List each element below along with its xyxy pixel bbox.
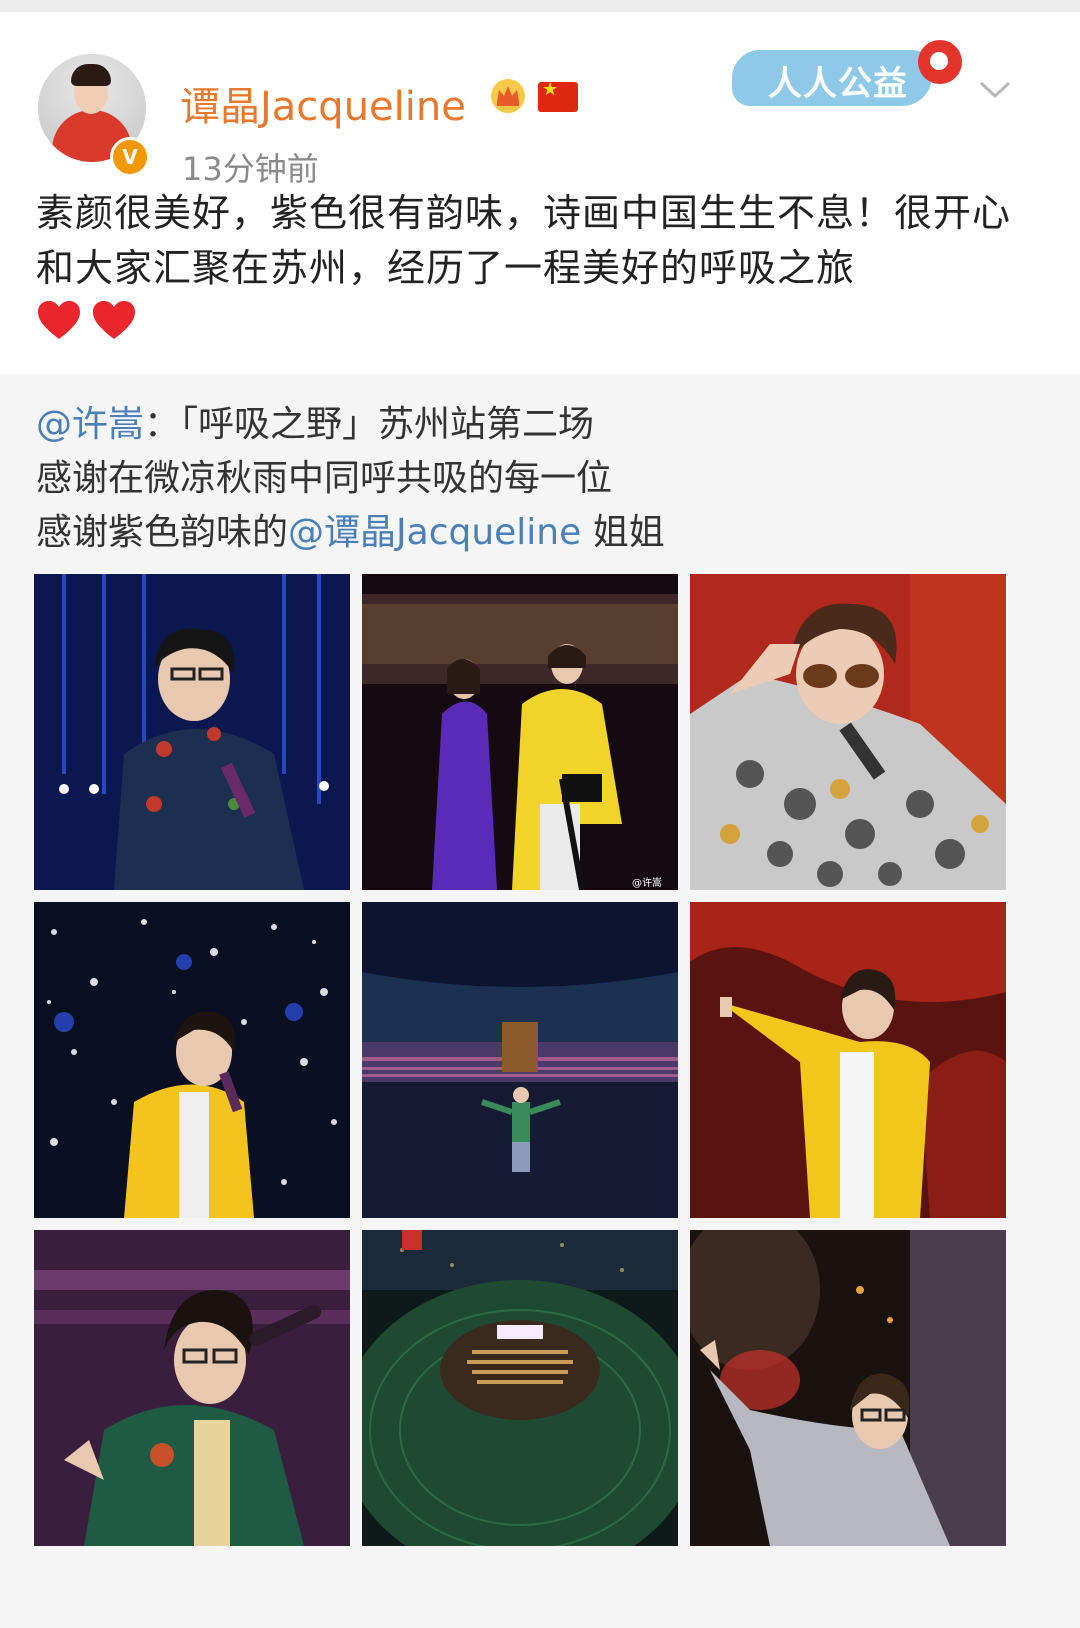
photo-singer-green-jacket[interactable] [34,1230,350,1546]
username[interactable]: 谭晶Jacqueline [180,74,466,132]
emoji-row [36,298,141,348]
repost-card[interactable]: @许嵩：「呼吸之野」苏州站第二场 感谢在微凉秋雨中同呼共吸的每一位 感谢紫色韵味… [0,374,1080,1628]
china-flag-icon [538,79,578,112]
repost-line2: 感谢在微凉秋雨中同呼共吸的每一位 [36,458,613,499]
photo-aerial-stadium[interactable] [362,1230,678,1546]
heart-icon [93,301,136,339]
mention-link[interactable]: @许嵩 [36,404,144,445]
top-separator [0,0,1080,12]
crown-icon [491,79,525,113]
verified-badge-icon: V [110,137,150,177]
repost-text: @许嵩：「呼吸之野」苏州站第二场 感谢在微凉秋雨中同呼共吸的每一位 感谢紫色韵味… [36,398,1046,560]
photo-singer-silver-shirt[interactable] [690,1230,1006,1546]
photo-duet-purple-yellow[interactable]: @许嵩 [362,574,678,890]
photo-singer-yellow-snow[interactable] [34,902,350,1218]
photo-singer-floral-shirt[interactable] [34,574,350,890]
mascot-icon [918,40,962,84]
photo-watermark: @许嵩 [632,877,662,889]
mention-link[interactable]: @谭晶Jacqueline [288,512,581,553]
repost-line3-prefix: 感谢紫色韵味的 [36,512,289,553]
photo-singer-sunglasses[interactable] [690,574,1006,890]
photo-stadium-crowd[interactable] [362,902,678,1218]
repost-line3-suffix: 姐姐 [581,512,665,553]
heart-icon [38,301,80,339]
post-header: V 谭晶Jacqueline 13分钟前 人人公益 [0,12,1080,188]
post-text: 素颜很美好，紫色很有韵味，诗画中国生生不息！很开心和大家汇聚在苏州，经历了一程美… [36,191,1012,290]
post-timestamp: 13分钟前 [182,150,319,188]
photo-singer-yellow-red[interactable] [690,902,1006,1218]
repost-line1: ：「呼吸之野」苏州站第二场 [144,404,595,445]
charity-badge[interactable]: 人人公益 [722,40,962,110]
charity-badge-label: 人人公益 [768,64,908,104]
chevron-down-icon[interactable] [978,80,1012,100]
